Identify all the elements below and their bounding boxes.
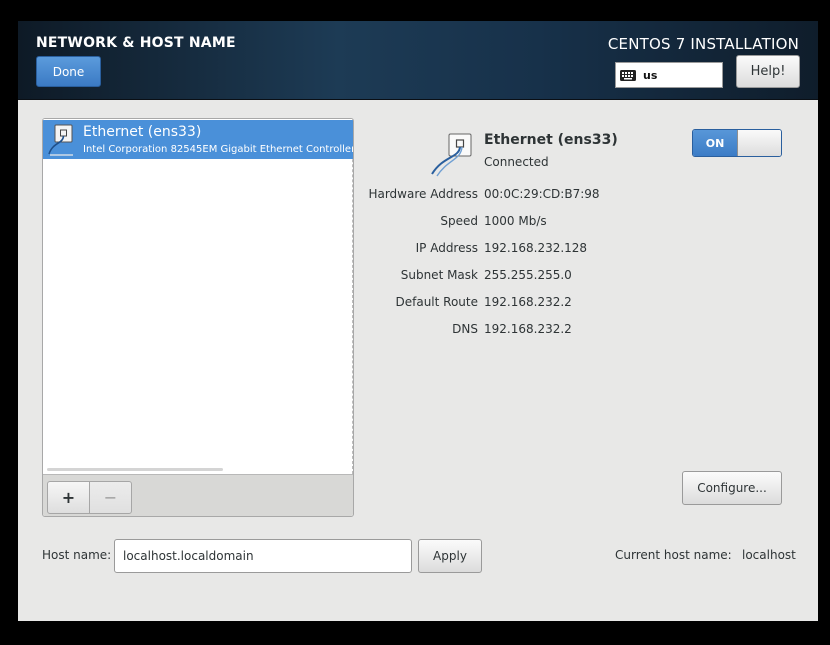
- device-properties: Hardware Address 00:0C:29:CD:B7:98 Speed…: [358, 187, 658, 349]
- connection-status: Connected: [484, 155, 549, 169]
- property-label: Default Route: [395, 295, 479, 309]
- property-value: 192.168.232.2: [484, 322, 572, 336]
- product-title: CENTOS 7 INSTALLATION: [607, 35, 799, 53]
- property-row-ip-address: IP Address 192.168.232.128: [358, 241, 658, 268]
- device-list-toolbar: + −: [43, 474, 353, 516]
- detail-device-name: Ethernet (ens33): [484, 132, 618, 148]
- keyboard-layout-indicator[interactable]: us: [615, 62, 723, 88]
- device-list-panel: Ethernet (ens33) Intel Corporation 82545…: [42, 118, 354, 517]
- apply-button[interactable]: Apply: [418, 539, 482, 573]
- done-button[interactable]: Done: [36, 56, 101, 87]
- remove-device-button[interactable]: −: [89, 481, 132, 514]
- keyboard-icon: [620, 69, 636, 81]
- property-value: 192.168.232.2: [484, 295, 572, 309]
- device-list[interactable]: Ethernet (ens33) Intel Corporation 82545…: [43, 119, 353, 474]
- property-row-speed: Speed 1000 Mb/s: [358, 214, 658, 241]
- device-name: Ethernet (ens33): [83, 124, 202, 140]
- property-row-hardware-address: Hardware Address 00:0C:29:CD:B7:98: [358, 187, 658, 214]
- add-device-button[interactable]: +: [47, 481, 90, 514]
- property-row-default-route: Default Route 192.168.232.2: [358, 295, 658, 322]
- property-label: DNS: [452, 322, 478, 336]
- toggle-knob: [737, 130, 781, 156]
- keyboard-layout-label: us: [643, 68, 658, 82]
- property-label: Subnet Mask: [400, 268, 478, 282]
- property-label: Hardware Address: [368, 187, 478, 201]
- header-bar: NETWORK & HOST NAME Done CENTOS 7 INSTAL…: [18, 21, 818, 100]
- network-spoke-window: NETWORK & HOST NAME Done CENTOS 7 INSTAL…: [18, 21, 818, 621]
- wired-network-icon: [431, 133, 472, 177]
- toggle-on-label: ON: [693, 130, 737, 156]
- current-hostname-label: Current host name:: [615, 548, 732, 562]
- device-list-item-ens33[interactable]: Ethernet (ens33) Intel Corporation 82545…: [43, 120, 353, 159]
- hostname-label: Host name:: [42, 548, 112, 562]
- hostname-input[interactable]: [114, 539, 412, 573]
- current-hostname-value: localhost: [742, 548, 796, 562]
- property-value: 1000 Mb/s: [484, 214, 547, 228]
- horizontal-scrollbar[interactable]: [47, 468, 223, 471]
- configure-button[interactable]: Configure...: [682, 471, 782, 505]
- property-row-subnet-mask: Subnet Mask 255.255.255.0: [358, 268, 658, 295]
- device-description: Intel Corporation 82545EM Gigabit Ethern…: [83, 144, 353, 155]
- property-label: IP Address: [415, 241, 478, 255]
- spoke-title: NETWORK & HOST NAME: [36, 35, 236, 51]
- property-value: 255.255.255.0: [484, 268, 572, 282]
- property-label: Speed: [440, 214, 478, 228]
- help-button[interactable]: Help!: [736, 55, 800, 88]
- wired-network-icon: [48, 124, 73, 156]
- device-on-off-toggle[interactable]: ON: [692, 129, 782, 157]
- property-value: 00:0C:29:CD:B7:98: [484, 187, 600, 201]
- property-row-dns: DNS 192.168.232.2: [358, 322, 658, 349]
- property-value: 192.168.232.128: [484, 241, 588, 255]
